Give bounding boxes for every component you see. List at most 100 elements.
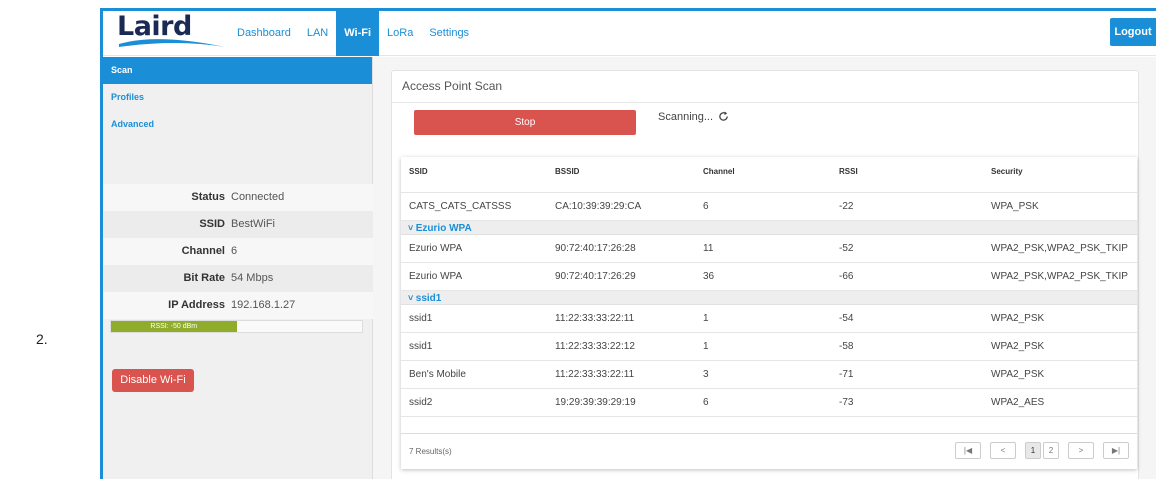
cell-ssid: ssid1 (409, 313, 433, 324)
first-page-button[interactable]: |◀ (955, 442, 981, 459)
sidebar-item-advanced[interactable]: Advanced (103, 111, 372, 138)
rssi-meter: RSSI: -50 dBm (110, 320, 363, 333)
cell-channel: 36 (703, 271, 715, 282)
cell-channel: 1 (703, 341, 709, 352)
results-count: 7 Results(s) (409, 447, 452, 456)
page-button-1[interactable]: 1 (1025, 442, 1041, 459)
cell-ssid: Ezurio WPA (409, 271, 463, 282)
nav-tab-settings[interactable]: Settings (421, 11, 477, 56)
status-row: SSID BestWiFi (103, 211, 373, 238)
column-header-channel[interactable]: Channel (695, 157, 835, 192)
nav-tab-lan[interactable]: LAN (299, 11, 336, 56)
cell-ssid: ssid1 (409, 341, 433, 352)
scan-results-table: SSID BSSID Channel RSSI Security CATS_CATS_C… (401, 157, 1137, 469)
column-header-bssid[interactable]: BSSID (547, 157, 695, 192)
cell-ssid: Ben's Mobile (409, 369, 466, 380)
cell-security: WPA2_PSK (991, 341, 1045, 352)
stop-button[interactable]: Stop (414, 110, 636, 135)
table-row[interactable]: CATS_CATS_CATSSS CA:10:39:39:29:CA 6 -22 WPA… (401, 193, 1137, 221)
column-header-rssi[interactable]: RSSI (835, 157, 983, 192)
chevron-down-icon: ˅ (408, 223, 416, 233)
cell-channel: 3 (703, 369, 709, 380)
sidebar: Scan Profiles Advanced Status Connected SSID… (103, 57, 373, 479)
cell-rssi: -73 (839, 397, 854, 408)
table-row[interactable]: ssid2 19:29:39:39:29:19 6 -73 WPA2_AES (401, 389, 1137, 417)
table-body: CATS_CATS_CATSSS CA:10:39:39:29:CA 6 -22 WPA… (401, 193, 1137, 417)
column-header-security[interactable]: Security (983, 157, 1137, 192)
logo-swoosh-icon (119, 39, 225, 47)
cell-rssi: -22 (839, 201, 854, 212)
logout-button[interactable]: Logout (1110, 18, 1156, 46)
table-row[interactable]: Ezurio WPA 90:72:40:17:26:29 36 -66 WPA2_PSK… (401, 263, 1137, 291)
rssi-meter-fill: RSSI: -50 dBm (111, 321, 237, 332)
cell-ssid: ssid2 (409, 397, 433, 408)
sidebar-item-profiles[interactable]: Profiles (103, 84, 372, 111)
table-row[interactable]: ssid1 11:22:33:33:22:11 1 -54 WPA2_PSK (401, 305, 1137, 333)
table-row[interactable]: ssid1 11:22:33:33:22:12 1 -58 WPA2_PSK (401, 333, 1137, 361)
panel-title: Access Point Scan (402, 79, 503, 93)
next-page-button[interactable]: > (1068, 442, 1094, 459)
cell-bssid: 11:22:33:33:22:12 (555, 341, 635, 352)
last-page-button[interactable]: ▶| (1103, 442, 1129, 459)
panel-divider (392, 102, 1138, 103)
cell-rssi: -52 (839, 243, 854, 254)
status-table: Status Connected SSID BestWiFi Channel 6 Bit R… (103, 184, 373, 319)
cell-channel: 11 (703, 243, 714, 254)
chevron-down-icon: ˅ (408, 293, 416, 303)
cell-bssid: 11:22:33:33:22:11 (555, 369, 635, 380)
table-row[interactable]: Ezurio WPA 90:72:40:17:26:28 11 -52 WPA2_PSK… (401, 235, 1137, 263)
refresh-icon[interactable] (718, 111, 729, 122)
main-content: Access Point Scan Stop Scanning... SSID B… (373, 57, 1156, 479)
app-window: Laird Dashboard LAN Wi-Fi LoRa Settings Logo… (100, 8, 1156, 479)
table-row[interactable]: Ben's Mobile 11:22:33:33:22:11 3 -71 WPA2_PS… (401, 361, 1137, 389)
cell-security: WPA2_AES (991, 397, 1045, 408)
page-button-2[interactable]: 2 (1043, 442, 1059, 459)
cell-channel: 6 (703, 201, 709, 212)
cell-security: WPA2_PSK (991, 313, 1045, 324)
cell-bssid: 90:72:40:17:26:28 (555, 243, 636, 254)
status-label: SSID (199, 218, 225, 230)
status-label: Status (191, 191, 225, 203)
cell-rssi: -58 (839, 341, 854, 352)
cell-ssid: Ezurio WPA (409, 243, 463, 254)
column-header-ssid[interactable]: SSID (401, 157, 547, 192)
group-header[interactable]: ˅ ssid1 (401, 291, 1137, 305)
prev-page-button[interactable]: < (990, 442, 1016, 459)
table-header: SSID BSSID Channel RSSI Security (401, 157, 1137, 193)
pagination: |◀ < 12 > ▶| (946, 442, 1129, 459)
cell-rssi: -71 (839, 369, 854, 380)
table-footer: 7 Results(s) |◀ < 12 > ▶| (401, 433, 1137, 469)
laird-logo[interactable]: Laird (117, 11, 227, 53)
cell-rssi: -54 (839, 313, 854, 324)
status-label: IP Address (168, 299, 225, 311)
nav-tab-lora[interactable]: LoRa (379, 11, 421, 56)
list-number: 2. (36, 331, 48, 347)
status-value: 192.168.1.27 (231, 299, 296, 311)
scanning-status: Scanning... (658, 111, 729, 123)
group-header[interactable]: ˅ Ezurio WPA (401, 221, 1137, 235)
cell-rssi: -66 (839, 271, 854, 282)
sidebar-menu: Scan Profiles Advanced (103, 57, 372, 138)
status-value: Connected (231, 191, 285, 203)
disable-wifi-button[interactable]: Disable Wi-Fi (112, 369, 194, 392)
group-label: Ezurio WPA (415, 223, 472, 234)
sidebar-item-scan[interactable]: Scan (103, 57, 372, 84)
status-value: BestWiFi (231, 218, 275, 230)
cell-security: WPA2_PSK,WPA2_PSK_TKIP (991, 243, 1128, 254)
cell-bssid: CA:10:39:39:29:CA (555, 201, 642, 212)
nav-tab-wi-fi[interactable]: Wi-Fi (336, 11, 380, 56)
status-label: Bit Rate (183, 272, 225, 284)
cell-ssid: CATS_CATS_CATSSS (409, 201, 512, 212)
status-label: Channel (181, 245, 225, 257)
cell-security: WPA_PSK (991, 201, 1039, 212)
cell-bssid: 90:72:40:17:26:29 (555, 271, 636, 282)
nav-tab-dashboard[interactable]: Dashboard (229, 11, 299, 56)
group-label: ssid1 (415, 293, 442, 304)
status-row: Channel 6 (103, 238, 373, 265)
cell-security: WPA2_PSK (991, 369, 1045, 380)
status-row: Status Connected (103, 184, 373, 211)
status-row: Bit Rate 54 Mbps (103, 265, 373, 292)
page-numbers: 12 (1016, 442, 1059, 459)
main-nav: Dashboard LAN Wi-Fi LoRa Settings (229, 11, 477, 56)
cell-channel: 6 (703, 397, 709, 408)
